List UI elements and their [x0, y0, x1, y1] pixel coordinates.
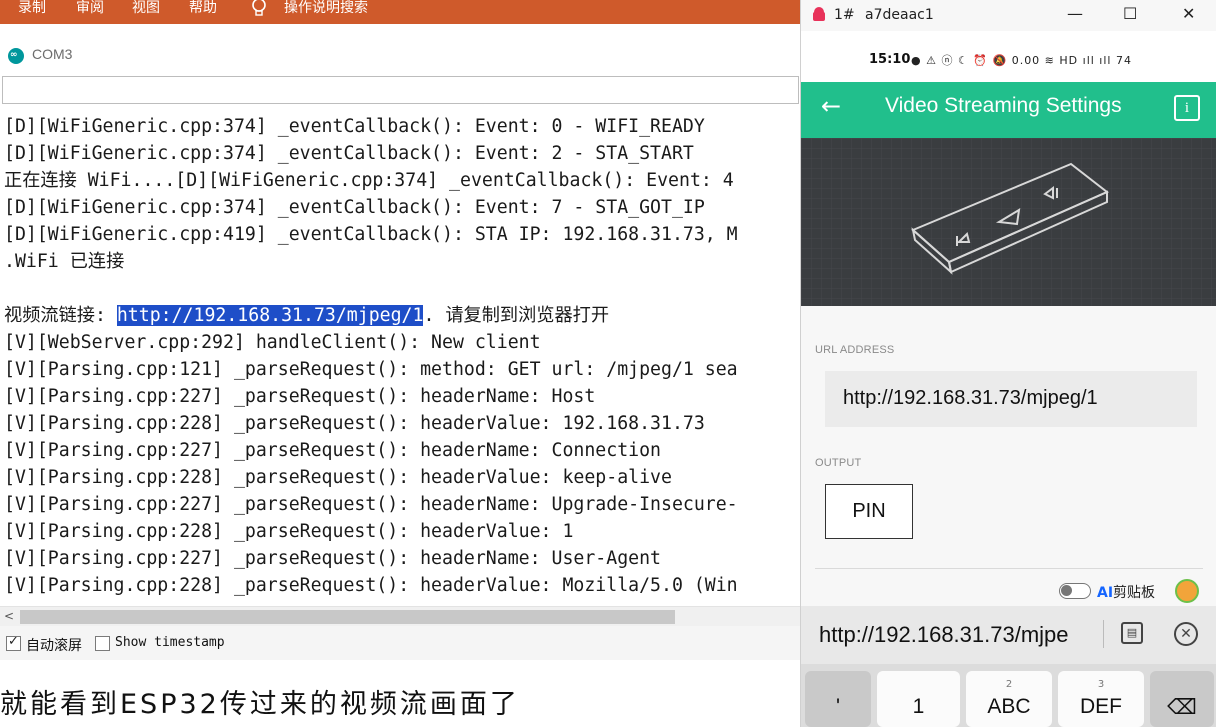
log-line: [V][Parsing.cpp:228] _parseRequest(): he… [4, 413, 705, 434]
log-line: [D][WiFiGeneric.cpp:374] _eventCallback(… [4, 116, 705, 137]
log-line: [V][Parsing.cpp:228] _parseRequest(): he… [4, 521, 574, 542]
autoscroll-label: 自动滚屏 [26, 638, 82, 654]
page-title: Video Streaming Settings [885, 94, 1122, 117]
device-id: a7deaac1 [865, 7, 934, 23]
log-line: [V][Parsing.cpp:227] _parseRequest(): he… [4, 494, 738, 515]
stream-link-prefix: 视频流链接: [4, 305, 117, 326]
android-icon [813, 7, 825, 21]
pin-button[interactable]: PIN [825, 484, 913, 539]
key-apostrophe[interactable]: ' [805, 671, 871, 727]
serial-options-bar: 自动滚屏 Show timestamp [0, 626, 800, 660]
app-bar: ← Video Streaming Settings i [801, 82, 1216, 138]
send-box [2, 76, 799, 104]
url-section-label: URL ADDRESS [815, 344, 895, 356]
mirror-titlebar: 1# a7deaac1 — ☐ ✕ [801, 0, 1216, 31]
menu-item-review[interactable]: 审阅 [76, 0, 104, 16]
key-def[interactable]: 3 DEF [1058, 671, 1144, 727]
clipboard-toggle[interactable] [1059, 583, 1091, 599]
dismiss-icon[interactable]: ✕ [1174, 622, 1198, 646]
stream-url-selection[interactable]: http://192.168.31.73/mjpeg/1 [116, 305, 424, 326]
remote-control-illustration [801, 138, 1216, 306]
key-hint: 3 [1097, 679, 1105, 690]
backspace-key[interactable]: ⌫ [1150, 671, 1214, 727]
output-section-label: OUTPUT [815, 457, 862, 469]
scrollbar-thumb[interactable] [20, 610, 675, 624]
log-line: .WiFi 已连接 [4, 251, 125, 272]
key-1[interactable]: 1 [877, 671, 960, 727]
log-line: [V][Parsing.cpp:228] _parseRequest(): he… [4, 467, 672, 488]
info-icon[interactable]: i [1174, 95, 1200, 121]
timestamp-label: Show timestamp [115, 635, 225, 650]
autoscroll-checkbox[interactable] [6, 634, 21, 651]
log-line: [V][WebServer.cpp:292] handleClient(): N… [4, 332, 541, 353]
keyboard: ' 1 2 ABC 3 DEF ⌫ [801, 664, 1216, 727]
tell-me-search[interactable]: 操作说明搜索 [284, 0, 368, 16]
log-line: [V][Parsing.cpp:228] _parseRequest(): he… [4, 575, 738, 596]
menu-item-help[interactable]: 帮助 [189, 0, 217, 16]
settings-form: URL ADDRESS http://192.168.31.73/mjpeg/1… [801, 306, 1216, 616]
url-address-field[interactable]: http://192.168.31.73/mjpeg/1 [825, 371, 1197, 427]
menubar: 录制 审阅 视图 帮助 操作说明搜索 [0, 0, 800, 24]
divider [1103, 620, 1104, 648]
key-label: 1 [912, 695, 925, 718]
stream-link-suffix: . 请复制到浏览器打开 [423, 305, 610, 326]
key-label: ' [835, 695, 840, 718]
suggestion-text[interactable]: http://192.168.31.73/mjpe [819, 622, 1069, 648]
maximize-icon[interactable]: ☐ [1123, 4, 1137, 23]
stream-link-line: 视频流链接: http://192.168.31.73/mjpeg/1. 请复制… [4, 302, 609, 329]
timestamp-checkbox[interactable] [95, 636, 110, 651]
video-subtitle: 就能看到ESP32传过来的视频流画面了 [0, 689, 520, 720]
keyboard-mascot-icon[interactable] [1175, 579, 1199, 603]
log-line: [D][WiFiGeneric.cpp:374] _eventCallback(… [4, 197, 705, 218]
divider [815, 568, 1203, 569]
log-line: [V][Parsing.cpp:227] _parseRequest(): he… [4, 386, 596, 407]
key-abc[interactable]: 2 ABC [966, 671, 1052, 727]
key-hint: 2 [1005, 679, 1013, 690]
window-title: COM3 [32, 46, 73, 62]
device-index: 1# [834, 7, 855, 23]
clipboard-label[interactable]: AI剪贴板 [1097, 582, 1155, 602]
arduino-logo-icon: ∞ [8, 48, 24, 64]
log-line: [V][Parsing.cpp:227] _parseRequest(): he… [4, 548, 661, 569]
log-line: [D][WiFiGeneric.cpp:419] _eventCallback(… [4, 224, 738, 245]
status-time: 15:10 [869, 52, 911, 67]
key-label: ABC [987, 695, 1031, 718]
url-address-value: http://192.168.31.73/mjpeg/1 [843, 387, 1098, 409]
log-line: [V][Parsing.cpp:227] _parseRequest(): he… [4, 440, 661, 461]
log-line: [D][WiFiGeneric.cpp:374] _eventCallback(… [4, 143, 694, 164]
clipboard-suggestion[interactable]: http://192.168.31.73/mjpe ▤ ✕ [801, 606, 1216, 664]
backspace-icon: ⌫ [1167, 696, 1197, 719]
serial-monitor-titlebar: ∞ COM3 [0, 36, 800, 74]
minimize-icon[interactable]: — [1067, 4, 1083, 23]
clipboard-text: 剪贴板 [1113, 585, 1156, 601]
hero-illustration [801, 138, 1216, 306]
lightbulb-icon [252, 0, 266, 16]
phone-status-bar: 15:10 ● ⚠ ⓝ ☾ ⏰ 🔕 0.00 ≋ HD ıll ıll 74 [801, 31, 1216, 89]
menu-item-view[interactable]: 视图 [132, 0, 160, 16]
scroll-left-icon[interactable]: < [4, 609, 14, 623]
status-icons: ● ⚠ ⓝ ☾ ⏰ 🔕 0.00 ≋ HD ıll ıll 74 [911, 54, 1132, 67]
close-icon[interactable]: ✕ [1182, 4, 1195, 23]
horizontal-scrollbar[interactable]: < [0, 606, 800, 626]
serial-send-input[interactable] [3, 77, 798, 103]
log-line: 正在连接 WiFi....[D][WiFiGeneric.cpp:374] _e… [4, 170, 734, 191]
serial-output[interactable]: [D][WiFiGeneric.cpp:374] _eventCallback(… [0, 112, 800, 606]
menu-item-record[interactable]: 录制 [18, 0, 46, 16]
key-label: DEF [1080, 695, 1122, 718]
clipboard-bar: AI剪贴板 [801, 576, 1216, 606]
phone-mirror-window: 1# a7deaac1 — ☐ ✕ 15:10 ● ⚠ ⓝ ☾ ⏰ 🔕 0.00… [800, 0, 1216, 727]
clipboard-ai: AI [1097, 585, 1114, 601]
paste-icon[interactable]: ▤ [1121, 622, 1143, 644]
back-arrow-icon[interactable]: ← [821, 92, 841, 120]
log-line: [V][Parsing.cpp:121] _parseRequest(): me… [4, 359, 738, 380]
